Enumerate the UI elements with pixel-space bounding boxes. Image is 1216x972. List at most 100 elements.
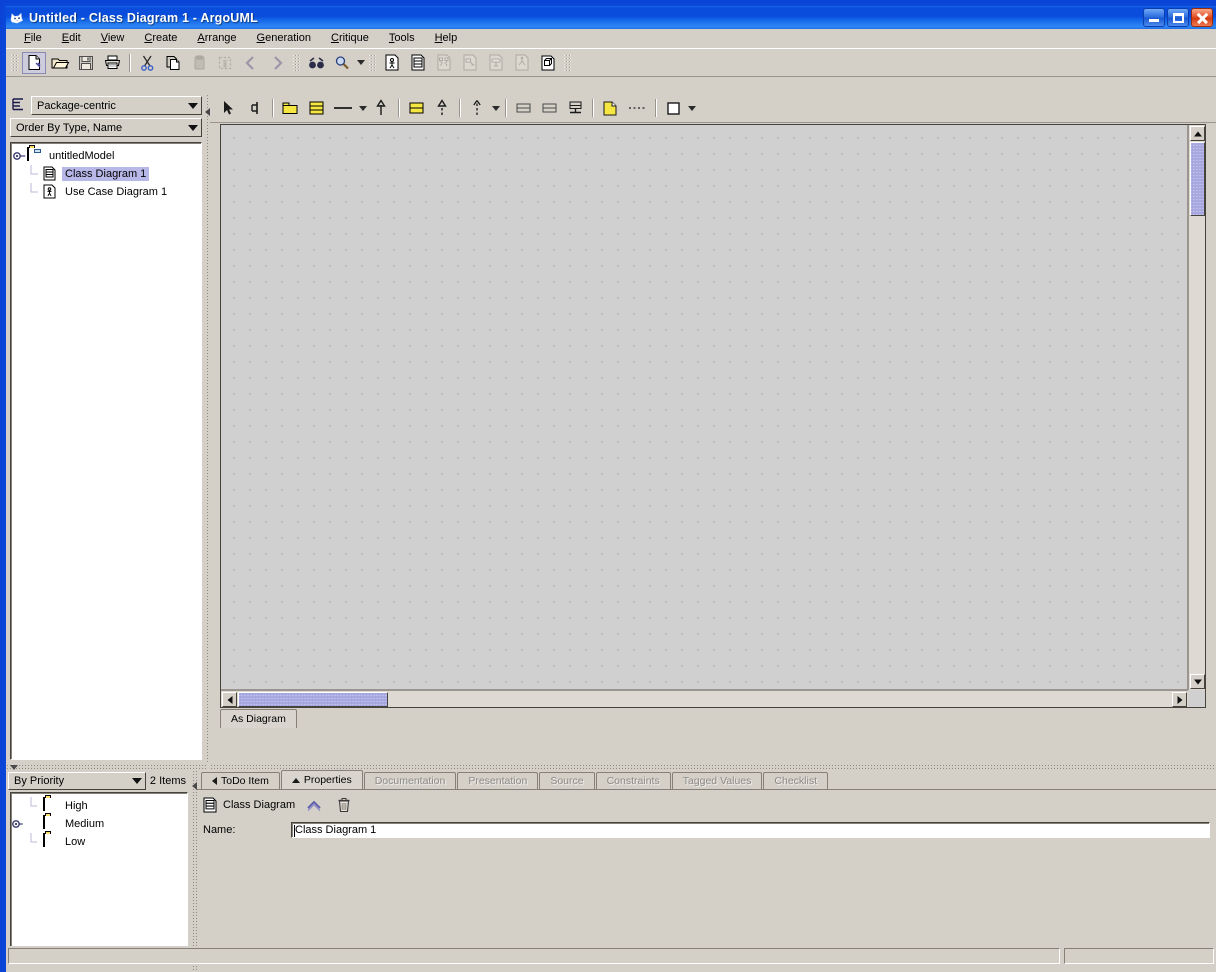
menu-arrange[interactable]: Arrange xyxy=(187,31,246,45)
rectangle-dropdown-arrow[interactable] xyxy=(686,97,697,119)
save-icon[interactable] xyxy=(74,52,98,74)
print-icon[interactable] xyxy=(100,52,124,74)
tree-item-use-case-diagram-1[interactable]: Use Case Diagram 1 xyxy=(11,183,201,201)
tab-checklist[interactable]: Checklist xyxy=(763,772,829,789)
explorer-tree[interactable]: untitledModel Class Diagram 1 Use Case D… xyxy=(10,142,202,760)
open-icon[interactable] xyxy=(48,52,72,74)
menu-critique[interactable]: Critique xyxy=(321,31,379,45)
toolbar-separator xyxy=(272,99,273,117)
canvas-vertical-scrollbar[interactable] xyxy=(1188,125,1205,690)
scroll-left-button[interactable] xyxy=(222,692,237,707)
toolbar-grip-2[interactable] xyxy=(293,52,300,73)
horizontal-scroll-thumb[interactable] xyxy=(238,692,388,707)
navigate-forward-icon xyxy=(265,52,289,74)
realization-icon[interactable] xyxy=(430,97,454,119)
expand-handle-icon[interactable] xyxy=(11,815,27,833)
perspective-combo[interactable]: Package-centric xyxy=(31,96,202,115)
todo-sort-combo[interactable]: By Priority xyxy=(8,772,146,790)
zoom-dropdown-arrow[interactable] xyxy=(355,52,366,74)
scroll-right-button[interactable] xyxy=(1172,692,1187,707)
maximize-button[interactable] xyxy=(1167,8,1189,27)
menu-tools[interactable]: Tools xyxy=(379,31,425,45)
package-icon[interactable] xyxy=(278,97,302,119)
menu-view[interactable]: View xyxy=(91,31,135,45)
tab-documentation[interactable]: Documentation xyxy=(363,772,457,789)
vertical-scroll-thumb[interactable] xyxy=(1190,142,1205,216)
association-dropdown-arrow[interactable] xyxy=(357,97,368,119)
up-triangle-icon xyxy=(291,778,300,783)
tree-label: Class Diagram 1 xyxy=(62,167,150,181)
toolbar-grip-3[interactable] xyxy=(369,52,376,73)
canvas-horizontal-scrollbar[interactable] xyxy=(221,690,1188,707)
tab-tagged-values[interactable]: Tagged Values xyxy=(671,772,763,789)
menu-bar: File Edit View Create Arrange Generation… xyxy=(6,29,1216,48)
window-title: Untitled - Class Diagram 1 - ArgoUML xyxy=(29,10,258,25)
dependency-dropdown-arrow[interactable] xyxy=(490,97,501,119)
cut-icon[interactable] xyxy=(135,52,159,74)
todo-item-high[interactable]: High xyxy=(11,797,187,815)
diagram-toolbar xyxy=(210,94,1216,123)
scroll-down-button[interactable] xyxy=(1190,674,1205,689)
generalization-icon[interactable] xyxy=(369,97,393,119)
chevron-down-icon xyxy=(185,125,201,131)
zoom-icon[interactable] xyxy=(330,52,354,74)
copy-icon[interactable] xyxy=(161,52,185,74)
toolbar-grip[interactable] xyxy=(11,52,18,73)
tab-constraints[interactable]: Constraints xyxy=(595,772,671,789)
name-label: Name: xyxy=(203,824,236,836)
explorer-panel: Package-centric Order By Type, Name unti… xyxy=(6,94,206,764)
tab-properties[interactable]: Properties xyxy=(280,770,363,789)
navigate-up-icon[interactable] xyxy=(303,795,325,815)
menu-generation[interactable]: Generation xyxy=(247,31,321,45)
menu-edit[interactable]: Edit xyxy=(52,31,91,45)
todo-tree[interactable]: High Medium Low xyxy=(10,792,188,966)
dependency-icon[interactable] xyxy=(465,97,489,119)
tree-item-class-diagram-1[interactable]: Class Diagram 1 xyxy=(11,165,201,183)
menu-file[interactable]: File xyxy=(14,31,52,45)
main-toolbar xyxy=(6,48,1216,77)
todo-item-low[interactable]: Low xyxy=(11,833,187,851)
rectangle-icon[interactable] xyxy=(661,97,685,119)
enumeration-icon[interactable] xyxy=(537,97,561,119)
application-window: Untitled - Class Diagram 1 - ArgoUML Fil… xyxy=(0,0,1216,972)
interface-icon[interactable] xyxy=(404,97,428,119)
find-icon[interactable] xyxy=(304,52,328,74)
delete-trash-icon[interactable] xyxy=(333,795,355,815)
select-pointer-icon[interactable] xyxy=(217,97,241,119)
datatype-icon[interactable] xyxy=(511,97,535,119)
expand-handle-icon[interactable] xyxy=(11,147,27,165)
association-icon[interactable] xyxy=(330,97,356,119)
new-usecase-diagram-icon[interactable] xyxy=(380,52,404,74)
diagram-canvas[interactable] xyxy=(221,125,1188,690)
minimize-button[interactable] xyxy=(1143,8,1165,27)
name-input[interactable]: Class Diagram 1 xyxy=(291,822,1210,838)
menu-create[interactable]: Create xyxy=(134,31,187,45)
argouml-cat-icon xyxy=(9,10,25,26)
new-class-diagram-icon[interactable] xyxy=(406,52,430,74)
scroll-up-button[interactable] xyxy=(1190,126,1205,141)
title-bar: Untitled - Class Diagram 1 - ArgoUML xyxy=(6,6,1216,29)
class-icon[interactable] xyxy=(304,97,328,119)
todo-item-medium[interactable]: Medium xyxy=(11,815,187,833)
new-icon[interactable] xyxy=(22,51,46,74)
tab-as-diagram[interactable]: As Diagram xyxy=(220,709,297,728)
tab-presentation[interactable]: Presentation xyxy=(457,772,539,789)
broom-icon[interactable] xyxy=(243,97,267,119)
tab-todo-item[interactable]: ToDo Item xyxy=(201,772,280,789)
menu-help[interactable]: Help xyxy=(425,31,468,45)
todo-count-label: 2 Items xyxy=(149,775,186,787)
ordering-combo[interactable]: Order By Type, Name xyxy=(10,118,202,137)
new-deployment-diagram-icon[interactable] xyxy=(536,52,560,74)
todo-header: By Priority 2 Items xyxy=(6,770,192,791)
tree-item-untitledmodel[interactable]: untitledModel xyxy=(11,147,201,165)
comment-icon[interactable] xyxy=(598,97,622,119)
close-button[interactable] xyxy=(1191,8,1213,27)
comment-link-icon[interactable] xyxy=(624,97,650,119)
toolbar-grip-4[interactable] xyxy=(564,52,571,73)
status-message xyxy=(8,948,1060,964)
toolbar-separator xyxy=(655,99,656,117)
stereotype-icon[interactable] xyxy=(563,97,587,119)
tab-source[interactable]: Source xyxy=(539,772,595,789)
chevron-down-icon xyxy=(129,778,145,784)
